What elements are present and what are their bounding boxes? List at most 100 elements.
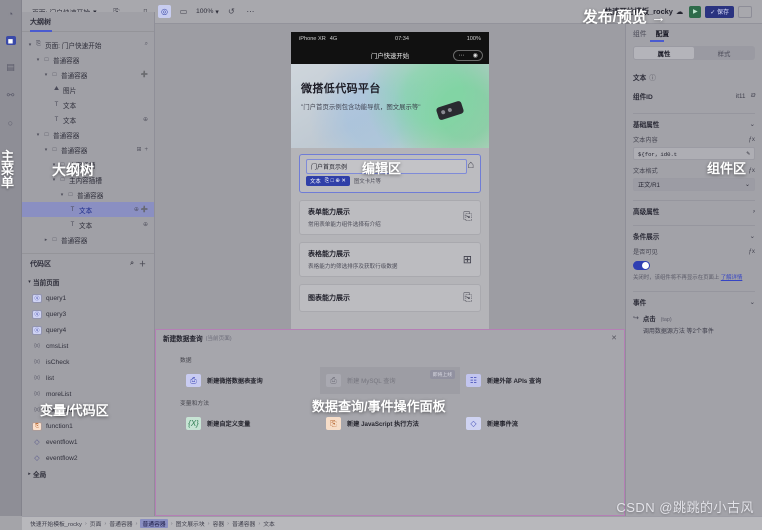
tree-node[interactable]: ▾ ⎘ 页面: 门户快速开始 ⌕: [22, 37, 154, 52]
search-icon[interactable]: ⌕: [130, 260, 134, 268]
caret-icon[interactable]: ▾: [26, 42, 34, 48]
hero-banner[interactable]: 微搭低代码平台 "门户首页示例包含功能导航，图文展示等": [291, 64, 489, 148]
selection-actions-icons[interactable]: ⎘ □ ⊕ ✕: [325, 178, 346, 185]
list-item[interactable]: {x} cmsList: [22, 338, 154, 354]
tree-node[interactable]: ▾ □ 普通容器: [22, 127, 154, 142]
device-tablet-icon[interactable]: ◎: [158, 5, 171, 18]
new-eventflow-button[interactable]: ◇ 新建事件流: [460, 410, 600, 437]
segment-attributes[interactable]: 属性: [634, 47, 694, 59]
node-action-icon[interactable]: ⊕: [143, 116, 148, 123]
caret-icon[interactable]: ▾: [34, 57, 42, 63]
list-item[interactable]: ⓠ query4: [22, 322, 154, 338]
caret-icon[interactable]: ▾: [42, 72, 50, 78]
caret-icon[interactable]: ▾: [26, 279, 33, 285]
advanced-attributes-section[interactable]: 高级属性 ›: [633, 200, 755, 216]
learn-more-link[interactable]: 了解详情: [721, 275, 743, 281]
chevron-down-icon[interactable]: ⌄: [750, 232, 755, 240]
list-item[interactable]: {x} isCheck: [22, 354, 154, 370]
list-item[interactable]: ⓠ query1: [22, 290, 154, 306]
tree-node[interactable]: ▾ □ 普通容器: [22, 187, 154, 202]
code-group-current-page[interactable]: ▾ 当前页面: [22, 274, 154, 290]
tree-node[interactable]: ▾ □ 普通容器: [22, 52, 154, 67]
add-icon[interactable]: +: [144, 147, 148, 153]
caret-icon[interactable]: ▾: [34, 132, 42, 138]
tree-node[interactable]: ▾ □ 内容插槽: [22, 157, 154, 172]
add-icon[interactable]: ➕: [141, 71, 148, 78]
chevron-right-icon[interactable]: ›: [753, 208, 755, 215]
edit-icon[interactable]: ✎: [746, 150, 750, 157]
list-item[interactable]: ⓠ query3: [22, 306, 154, 322]
code-group-global[interactable]: ▸ 全局: [22, 466, 154, 482]
data-source-icon[interactable]: ⚯: [4, 89, 18, 101]
breadcrumb-item-current[interactable]: 普通容器: [140, 519, 168, 528]
basic-attributes-section[interactable]: 基础属性 ⌄: [633, 113, 755, 129]
preview-button[interactable]: ▶: [689, 5, 702, 18]
tree-node[interactable]: ▾ □ 普通容器 ⊞ +: [22, 142, 154, 157]
list-item[interactable]: ⎘ function1: [22, 418, 154, 434]
components-icon[interactable]: ■: [5, 36, 16, 46]
fx-icon[interactable]: ƒx: [748, 248, 755, 255]
breadcrumb-item[interactable]: 普通容器: [109, 519, 132, 528]
tree-node[interactable]: ▾ □ 主内容插槽: [22, 172, 154, 187]
segment-styles[interactable]: 样式: [694, 47, 754, 59]
tree-node[interactable]: T 文本 ⊕: [22, 217, 154, 232]
chevron-down-icon[interactable]: ⌄: [750, 120, 755, 128]
miniprogram-capsule[interactable]: ⋯ ◉: [453, 50, 483, 61]
capsule-close-icon[interactable]: ◉: [473, 52, 478, 59]
caret-icon[interactable]: ▾: [50, 177, 58, 183]
text-format-select[interactable]: 正文/R1 ⌄: [633, 178, 755, 191]
chevron-down-icon[interactable]: ⌄: [750, 298, 755, 306]
pages-icon[interactable]: ▤: [4, 61, 18, 73]
breadcrumb-item[interactable]: 快速开始模板_rocky: [30, 519, 82, 528]
new-javascript-method-button[interactable]: ⎘ 新建 JavaScript 执行方法: [320, 410, 460, 437]
caret-icon[interactable]: ▸: [26, 471, 33, 477]
tree-node[interactable]: ⛰ 图片: [22, 82, 154, 97]
undo-icon[interactable]: ↺: [225, 5, 238, 18]
breadcrumb-item[interactable]: 容器: [213, 519, 225, 528]
list-item[interactable]: {x} sheetList: [22, 402, 154, 418]
search-icon[interactable]: ⌕: [145, 41, 148, 48]
tree-node[interactable]: T 文本 ⊕: [22, 112, 154, 127]
node-action-icon[interactable]: ⊞: [136, 146, 141, 153]
card-item[interactable]: 图表能力展示 ⎘: [299, 284, 481, 312]
caret-icon[interactable]: ▾: [58, 192, 66, 198]
list-item[interactable]: {x} list: [22, 370, 154, 386]
selected-text-value[interactable]: 门户首页示例: [306, 159, 468, 174]
capsule-more-icon[interactable]: ⋯: [458, 52, 464, 59]
new-external-api-query-button[interactable]: ☷ 新建外部 APIs 查询: [460, 367, 600, 394]
logo-icon[interactable]: ◔: [4, 8, 18, 20]
zoom-selector[interactable]: 100% ▾: [196, 8, 219, 16]
selected-text-card[interactable]: 门户首页示例 文本 ⎘ □ ⊕ ✕ 图文卡片等 ⌂: [299, 154, 481, 193]
publish-button[interactable]: [738, 5, 752, 18]
caret-icon[interactable]: ▾: [50, 162, 58, 168]
breadcrumb-item[interactable]: 图文展示块: [176, 519, 205, 528]
list-item[interactable]: ◇ eventflow2: [22, 450, 154, 466]
copy-id-icon[interactable]: ⧉: [750, 92, 755, 100]
list-item[interactable]: {x} moreList: [22, 386, 154, 402]
more-options-icon[interactable]: ⋯: [244, 5, 257, 18]
tree-node-selected[interactable]: T 文本 ⊕ ➕: [22, 202, 154, 217]
new-cms-query-button[interactable]: ⎙ 新建微搭数据表查询: [180, 367, 320, 394]
list-item[interactable]: ◇ eventflow1: [22, 434, 154, 450]
visible-toggle[interactable]: [633, 261, 650, 270]
fx-icon[interactable]: ƒx: [748, 167, 755, 174]
tree-node[interactable]: ▾ □ 普通容器 ➕: [22, 67, 154, 82]
breadcrumb-item[interactable]: 文本: [263, 519, 275, 528]
fx-icon[interactable]: ƒx: [748, 136, 755, 143]
selection-toolbar[interactable]: 文本 ⎘ □ ⊕ ✕: [306, 176, 350, 186]
new-custom-variable-button[interactable]: {X} 新建自定义变量: [180, 410, 320, 437]
tree-node[interactable]: T 文本: [22, 97, 154, 112]
tab-components[interactable]: 组件: [633, 28, 647, 38]
breadcrumb-item[interactable]: 普通容器: [232, 519, 255, 528]
caret-icon[interactable]: ▸: [42, 237, 50, 243]
events-section[interactable]: 事件 ⌄: [633, 291, 755, 307]
device-desktop-icon[interactable]: ▭: [177, 5, 190, 18]
close-icon[interactable]: ✕: [611, 334, 617, 342]
card-item[interactable]: 表格能力展示 表格能力的筛选排序及获取行级数据 ⊞: [299, 242, 481, 277]
node-action-icon[interactable]: ⊕: [143, 221, 148, 228]
save-button[interactable]: ✓ 保存: [705, 5, 734, 18]
tab-config[interactable]: 配置: [656, 28, 670, 38]
node-action-icon[interactable]: ⊕ ➕: [134, 206, 148, 213]
breadcrumb-item[interactable]: 页面: [90, 519, 102, 528]
caret-icon[interactable]: ▾: [42, 147, 50, 153]
